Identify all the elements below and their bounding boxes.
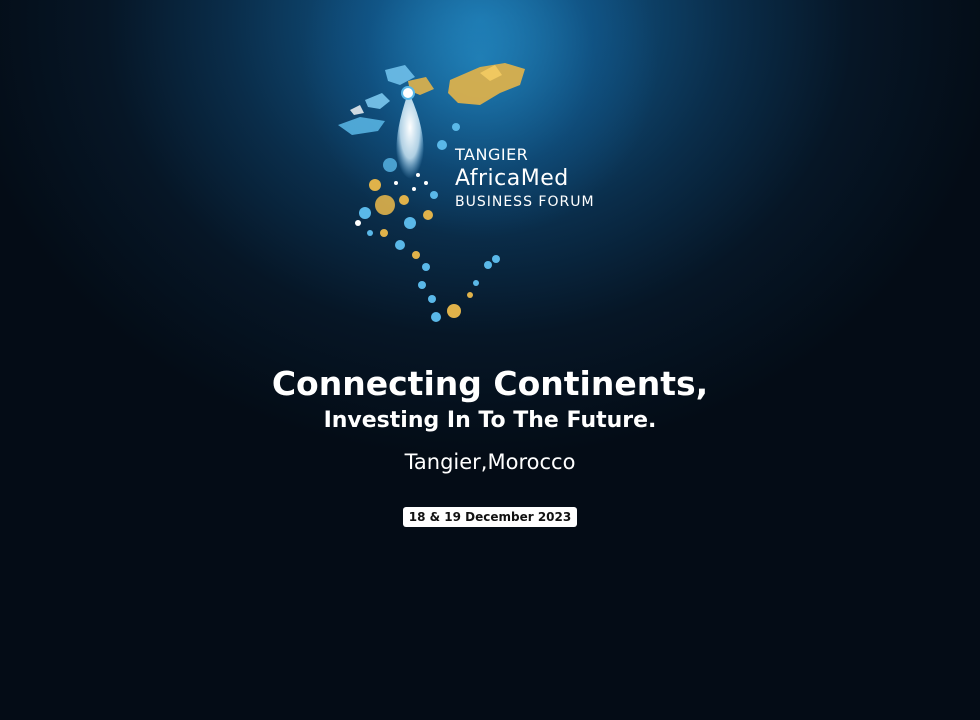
event-location: Tangier,Morocco xyxy=(404,450,576,474)
logo-wordmark: TANGIER AfricaMed BUSINESS FORUM xyxy=(455,145,595,211)
event-date-badge: 18 & 19 December 2023 xyxy=(402,507,578,527)
logo-business-forum-text: BUSINESS FORUM xyxy=(455,194,595,210)
event-date-container: 18 & 19 December 2023 xyxy=(0,507,980,527)
headline-title: Connecting Continents, xyxy=(271,364,709,403)
forum-logo: TANGIER AfricaMed BUSINESS FORUM xyxy=(330,55,660,335)
headline-subtitle: Investing In To The Future. xyxy=(323,408,657,433)
logo-tangier-text: TANGIER xyxy=(455,145,529,164)
logo-africamed-text: AfricaMed xyxy=(455,166,569,191)
